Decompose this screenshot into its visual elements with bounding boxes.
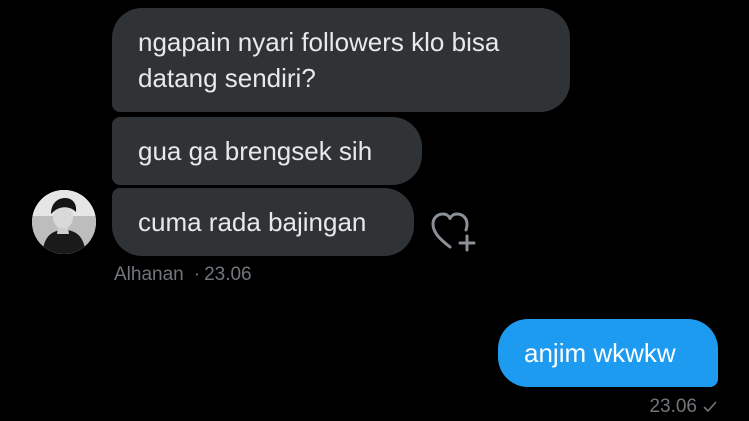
outgoing-message[interactable]: anjim wkwkw — [498, 319, 718, 387]
message-meta: Alhanan · 23.06 — [114, 263, 252, 287]
incoming-message-2[interactable]: gua ga brengsek sih — [112, 117, 422, 185]
sender-name[interactable]: Alhanan — [114, 264, 184, 285]
heart-plus-icon — [431, 212, 476, 252]
message-timestamp: 23.06 — [204, 264, 252, 285]
avatar[interactable] — [32, 190, 96, 254]
outgoing-timestamp: 23.06 — [649, 396, 697, 417]
add-reaction-button[interactable] — [428, 209, 478, 255]
meta-separator: · — [193, 264, 201, 285]
user-avatar-photo — [32, 190, 96, 254]
outgoing-message-meta: 23.06 — [649, 395, 717, 419]
incoming-message-1[interactable]: ngapain nyari followers klo bisa datang … — [112, 8, 570, 112]
incoming-message-3[interactable]: cuma rada bajingan — [112, 188, 414, 256]
checkmark-icon — [703, 401, 717, 412]
